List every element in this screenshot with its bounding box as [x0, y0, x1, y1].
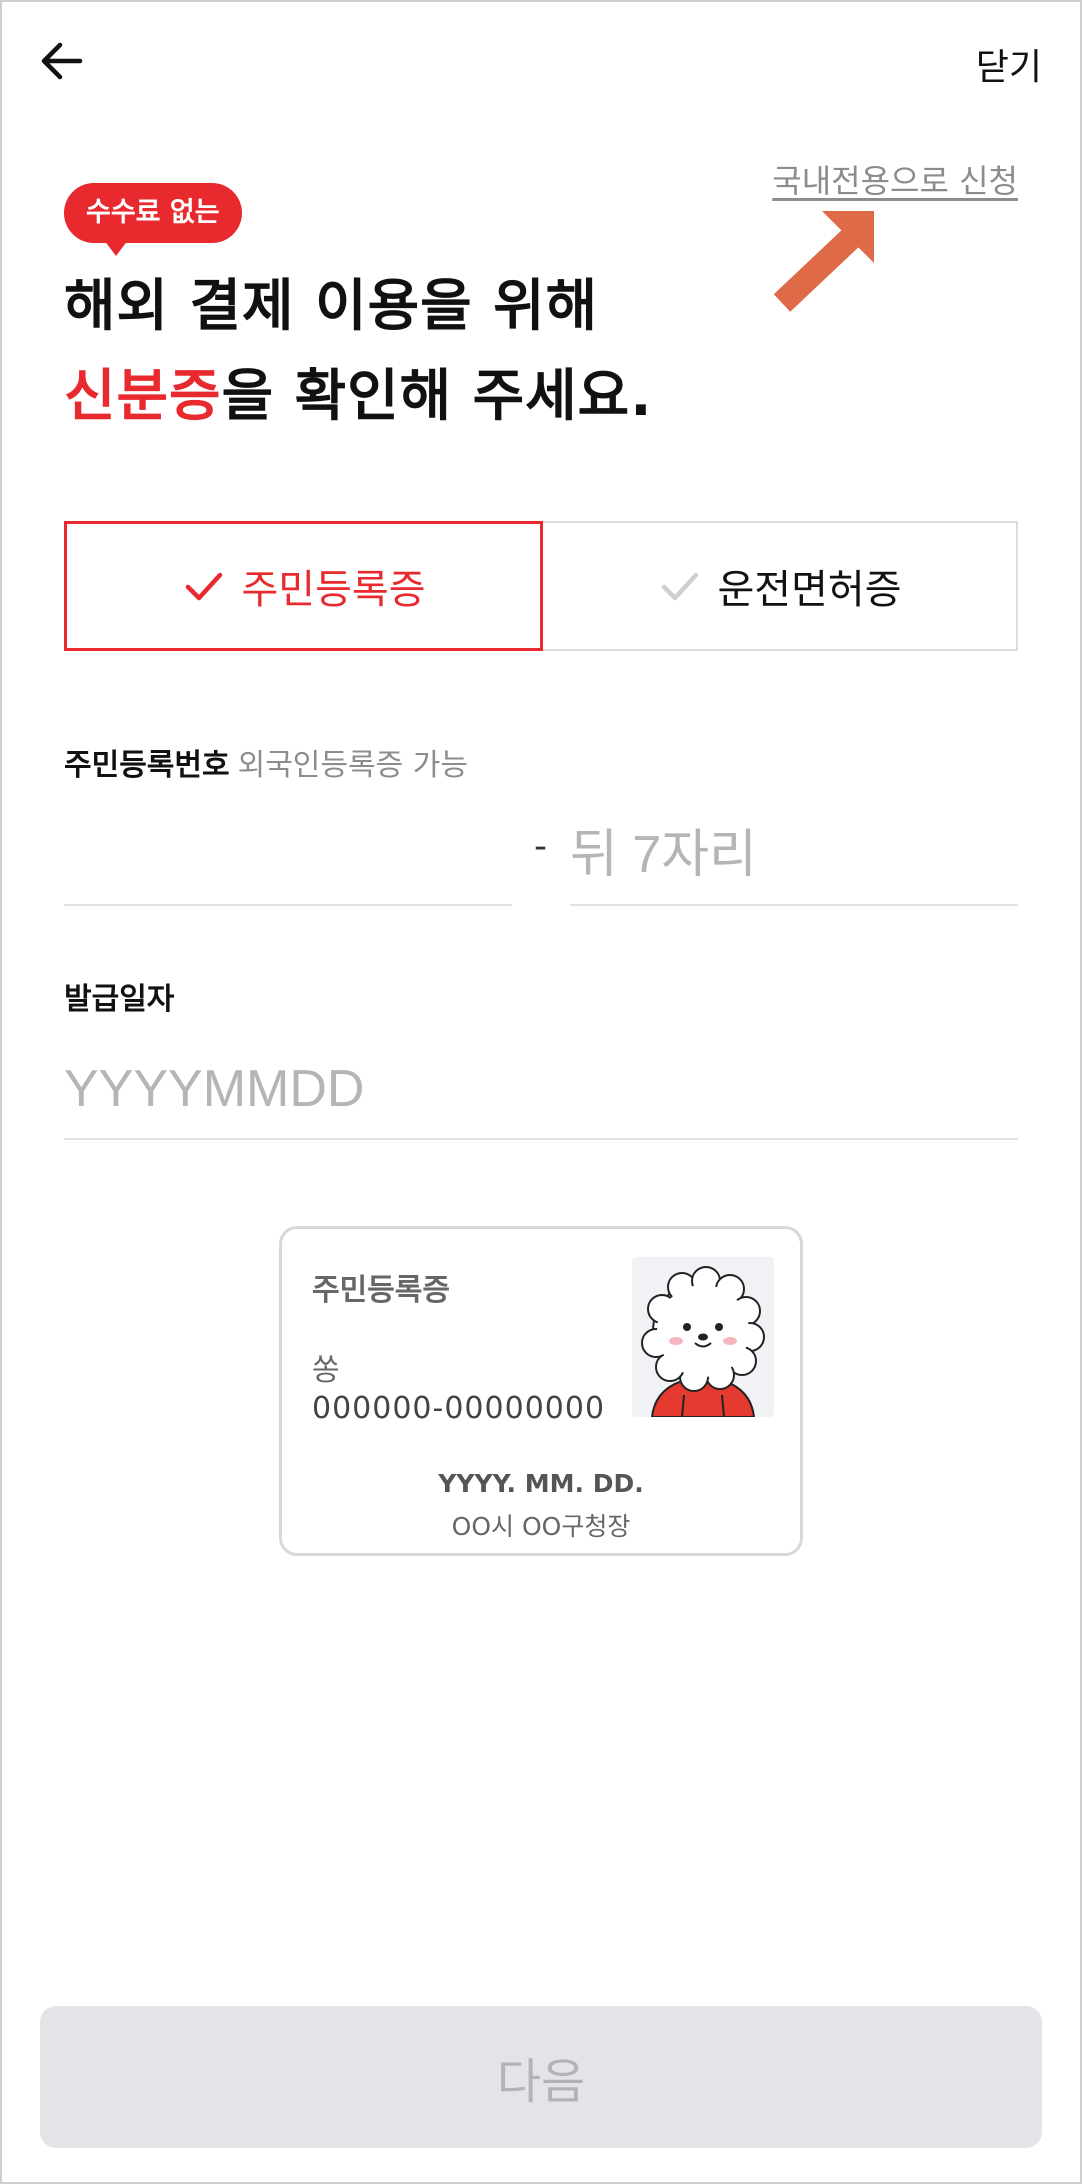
- resident-number-label-text: 주민등록번호: [64, 748, 230, 783]
- resident-number-label: 주민등록번호 외국인등록증 가능: [64, 740, 468, 784]
- arrow-left-icon: [41, 42, 83, 80]
- resident-number-front-input[interactable]: [64, 806, 512, 906]
- title-line-1: 해외 결제 이용을 위해: [64, 274, 599, 339]
- id-type-selector: 주민등록증 운전면허증: [64, 521, 1018, 651]
- card-number: 000000-00000000: [312, 1391, 606, 1426]
- next-button[interactable]: 다음: [40, 2006, 1042, 2148]
- tab-driver-license[interactable]: 운전면허증: [543, 521, 1018, 651]
- checkmark-icon: [185, 572, 222, 601]
- page-title: 해외 결제 이용을 위해 신분증을 확인해 주세요.: [64, 262, 652, 442]
- domestic-only-link[interactable]: 국내전용으로 신청: [772, 156, 1018, 202]
- card-name: 쏭: [312, 1353, 340, 1388]
- card-title: 주민등록증: [312, 1273, 450, 1308]
- close-button[interactable]: 닫기: [976, 38, 1042, 90]
- tab-resident-card[interactable]: 주민등록증: [64, 521, 543, 651]
- issue-date-label: 발급일자: [64, 982, 175, 1017]
- resident-number-separator: -: [534, 826, 547, 867]
- issue-date-input[interactable]: [64, 1040, 1018, 1140]
- card-issuer: OO시 OO구청장: [451, 1512, 631, 1541]
- card-date: YYYY. MM. DD.: [438, 1469, 644, 1498]
- tab-resident-card-label: 주민등록증: [241, 567, 426, 613]
- title-line-2: 신분증을 확인해 주세요.: [64, 352, 652, 442]
- tab-driver-license-label: 운전면허증: [717, 567, 902, 613]
- checkmark-icon: [661, 572, 698, 601]
- character-illustration: [632, 1257, 774, 1417]
- title-highlight: 신분증: [64, 364, 222, 429]
- sample-id-card: 주민등록증 쏭 000000-00000000 YYYY. MM. DD. OO…: [279, 1226, 803, 1556]
- resident-number-sublabel: 외국인등록증 가능: [237, 748, 468, 783]
- title-line-2-rest: 을 확인해 주세요.: [221, 364, 653, 429]
- resident-number-back-input[interactable]: [570, 806, 1018, 906]
- no-fee-badge: 수수료 없는: [64, 183, 242, 243]
- badge-tail: [104, 240, 128, 256]
- back-button[interactable]: [36, 36, 100, 90]
- annotation-arrow-icon: [773, 211, 874, 312]
